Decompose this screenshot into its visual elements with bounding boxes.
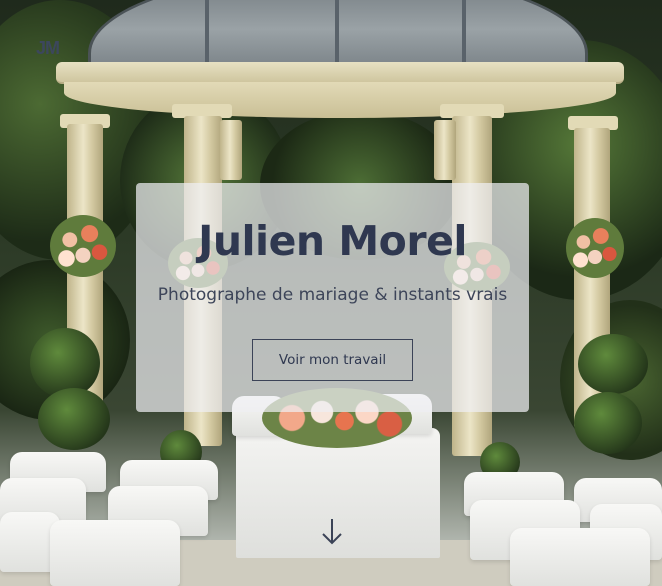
hero-section: JM Julien Morel Photographe de mariage &… [0, 0, 662, 586]
guest-chair [510, 528, 650, 586]
flower-garland [566, 218, 624, 278]
arrow-down-icon [322, 519, 342, 545]
scroll-down-button[interactable] [319, 517, 345, 547]
gazebo-column [434, 120, 456, 180]
gazebo-column [220, 120, 242, 180]
brand-logo[interactable]: JM [36, 38, 60, 59]
gazebo-cornice [56, 62, 624, 84]
hero-card: Julien Morel Photographe de mariage & in… [136, 183, 529, 412]
view-work-button[interactable]: Voir mon travail [252, 339, 413, 381]
guest-chair [50, 520, 180, 586]
topiary-shrub [578, 334, 648, 394]
topiary-shrub [38, 388, 110, 450]
flower-garland [50, 215, 116, 277]
topiary-shrub [30, 328, 100, 398]
hero-title: Julien Morel [198, 217, 467, 265]
hero-subtitle: Photographe de mariage & instants vrais [157, 285, 508, 305]
topiary-shrub [574, 392, 642, 454]
